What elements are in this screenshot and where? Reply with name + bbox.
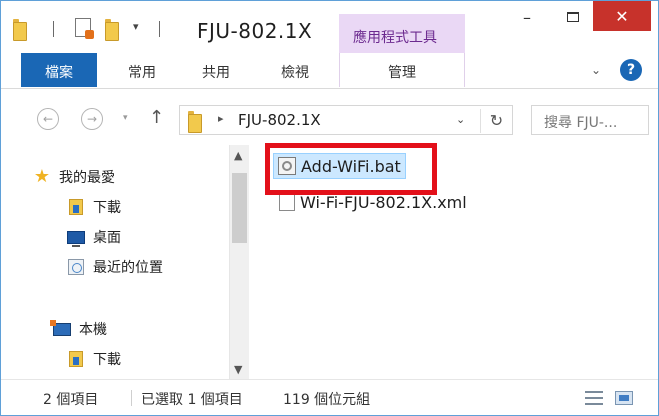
- help-icon[interactable]: ?: [620, 59, 642, 81]
- nav-item-this-pc[interactable]: 本機: [50, 319, 107, 339]
- refresh-button[interactable]: ↻: [480, 109, 512, 133]
- status-bar: 2 個項目 已選取 1 個項目 119 個位元組: [1, 379, 658, 415]
- address-bar[interactable]: ▸ FJU-802.1X ⌄ ↻: [179, 105, 513, 135]
- new-folder-icon[interactable]: [105, 19, 119, 41]
- nav-item-label: 下載: [93, 200, 121, 216]
- tab-home[interactable]: 常用: [113, 53, 171, 87]
- selected-count: 已選取 1 個項目: [141, 392, 243, 408]
- back-button[interactable]: ←: [37, 108, 59, 130]
- nav-item-desktop[interactable]: 桌面: [67, 227, 121, 247]
- downloads-folder-icon: [67, 198, 85, 216]
- nav-item-favorites[interactable]: ★ 我的最愛: [33, 167, 115, 187]
- nav-item-downloads[interactable]: 下載: [67, 197, 121, 217]
- search-input[interactable]: 搜尋 FJU-...: [531, 105, 649, 135]
- scroll-down-icon[interactable]: ▼: [234, 363, 242, 376]
- close-button[interactable]: ✕: [593, 1, 651, 31]
- this-pc-icon: [50, 319, 71, 338]
- recent-places-icon: [67, 258, 85, 276]
- address-toolbar: ← → ▾ ↑ ▸ FJU-802.1X ⌄ ↻ 搜尋 FJU-...: [1, 89, 658, 145]
- file-name: Wi-Fi-FJU-802.1X.xml: [300, 192, 467, 212]
- expand-ribbon-icon[interactable]: ⌄: [591, 63, 601, 77]
- nav-scrollbar[interactable]: ▲ ▼: [229, 145, 249, 379]
- folder-icon: [188, 111, 202, 133]
- recent-locations-dropdown[interactable]: ▾: [123, 113, 128, 123]
- minimize-button[interactable]: –: [505, 1, 549, 33]
- maximize-button[interactable]: [551, 1, 595, 33]
- tab-view[interactable]: 檢視: [259, 53, 331, 87]
- star-icon: ★: [33, 166, 51, 187]
- breadcrumb-arrow-icon[interactable]: ▸: [218, 112, 224, 125]
- tab-manage[interactable]: 管理: [339, 53, 465, 87]
- explorer-window: ▾ FJU-802.1X 應用程式工具 – ✕ 檔案 常用 共用 檢視 管理 ⌄…: [0, 0, 659, 416]
- address-history-dropdown[interactable]: ⌄: [456, 113, 465, 126]
- up-button[interactable]: ↑: [149, 107, 164, 128]
- maximize-icon: [567, 12, 579, 22]
- divider: [53, 21, 54, 37]
- nav-item-label: 本機: [79, 322, 107, 338]
- selected-size: 119 個位元組: [283, 392, 371, 408]
- scroll-up-icon[interactable]: ▲: [234, 149, 242, 162]
- tab-file[interactable]: 檔案: [21, 53, 97, 87]
- breadcrumb-path[interactable]: FJU-802.1X: [238, 111, 321, 129]
- nav-item-label: 最近的位置: [93, 260, 163, 276]
- nav-item-label: 下載: [93, 352, 121, 368]
- ribbon-tabs: 檔案 常用 共用 檢視 管理 ⌄ ?: [1, 53, 658, 89]
- tab-share[interactable]: 共用: [187, 53, 245, 87]
- customize-quick-access-dropdown[interactable]: ▾: [133, 20, 139, 33]
- nav-item-downloads[interactable]: 下載: [67, 349, 121, 369]
- item-count: 2 個項目: [43, 392, 99, 408]
- search-placeholder: 搜尋 FJU-...: [544, 115, 618, 131]
- divider: [159, 21, 160, 37]
- desktop-icon: [67, 228, 85, 247]
- scroll-thumb[interactable]: [232, 173, 247, 243]
- navigation-pane: ★ 我的最愛 下載 桌面 最近的位置 本機 下載: [21, 145, 251, 379]
- title-bar: ▾ FJU-802.1X 應用程式工具 – ✕: [1, 1, 658, 53]
- nav-item-label: 桌面: [93, 230, 121, 246]
- nav-item-label: 我的最愛: [59, 170, 115, 186]
- annotation-highlight-box: [265, 143, 437, 195]
- folder-icon[interactable]: [13, 19, 27, 41]
- xml-file-icon: [279, 193, 295, 211]
- downloads-folder-icon: [67, 350, 85, 368]
- application-tools-tab[interactable]: 應用程式工具: [339, 14, 465, 53]
- divider: [131, 390, 132, 406]
- nav-item-recent-places[interactable]: 最近的位置: [67, 257, 163, 277]
- properties-icon[interactable]: [75, 18, 94, 39]
- forward-button[interactable]: →: [81, 108, 103, 130]
- details-view-icon[interactable]: [585, 391, 603, 405]
- window-title: FJU-802.1X: [197, 19, 313, 43]
- large-icons-view-icon[interactable]: [615, 391, 633, 405]
